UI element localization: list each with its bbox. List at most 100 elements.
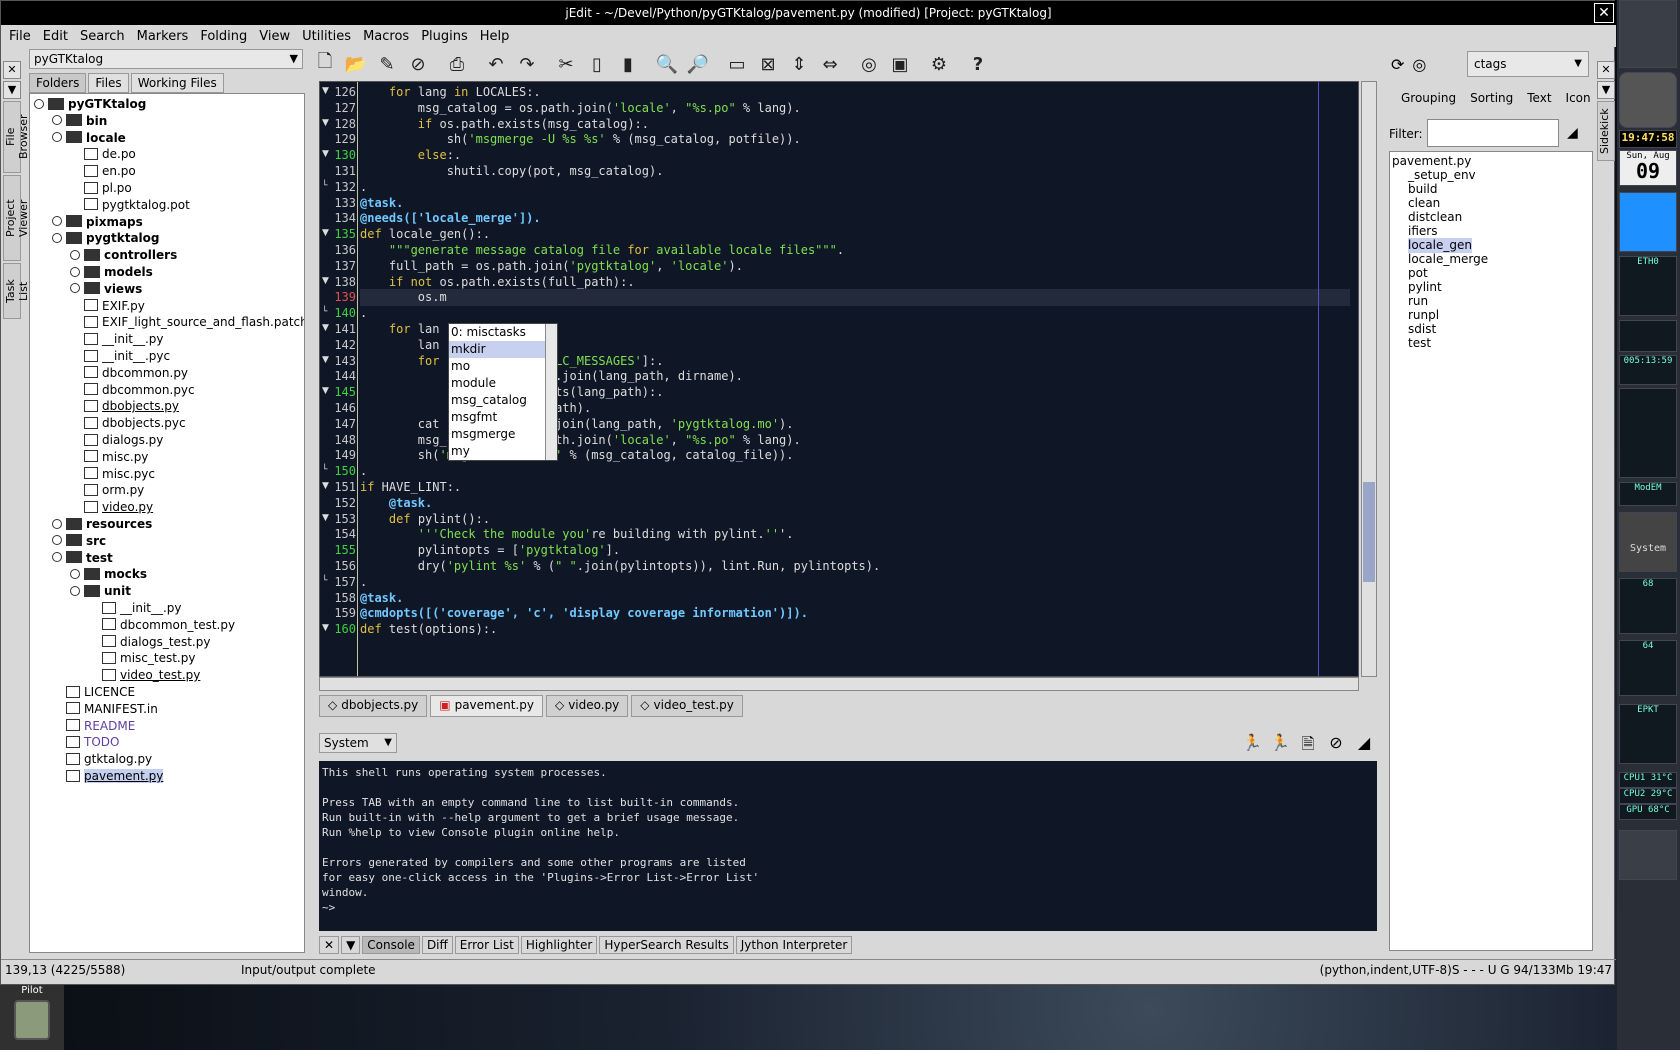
code-line[interactable]: .	[360, 305, 367, 322]
code-line[interactable]: sh('msgmerge -U %s %s' % (msg_catalog, p…	[360, 131, 801, 148]
expand-toggle-icon[interactable]	[70, 585, 80, 596]
tree-file[interactable]: en.po	[70, 163, 136, 180]
tree-folder[interactable]: src	[52, 533, 106, 550]
tab-error-list[interactable]: Error List	[454, 936, 519, 954]
sidekick-item[interactable]: runpl	[1408, 308, 1439, 323]
shell-selector[interactable]: System ▼	[319, 733, 397, 753]
global-options-icon[interactable]: ◎	[855, 51, 883, 77]
fold-marker-icon[interactable]: ▼	[322, 355, 329, 365]
tab-hypersearch-results[interactable]: HyperSearch Results	[599, 936, 734, 954]
code-line[interactable]: @task.	[360, 590, 403, 607]
fold-marker-icon[interactable]: ▼	[322, 276, 329, 286]
tree-file[interactable]: dialogs_test.py	[88, 634, 210, 651]
buffer-tab[interactable]: ◇ video.py	[545, 695, 629, 717]
expand-toggle-icon[interactable]	[52, 232, 62, 243]
settings-icon[interactable]: ◎	[1412, 55, 1426, 74]
fold-marker-icon[interactable]: ▼	[322, 118, 329, 128]
buffer-tab[interactable]: ◇ dbobjects.py	[319, 695, 428, 717]
split-vertical-icon[interactable]: ⇕	[785, 51, 813, 77]
tree-file[interactable]: pl.po	[70, 180, 132, 197]
code-line[interactable]: def pylint():.	[360, 511, 490, 528]
completion-scrollbar[interactable]	[545, 324, 557, 460]
tree-file[interactable]: dbobjects.pyc	[70, 415, 186, 432]
tab-grouping[interactable]: Grouping	[1401, 91, 1456, 105]
expand-toggle-icon[interactable]	[52, 132, 62, 143]
code-line[interactable]: .	[360, 179, 367, 196]
tree-folder[interactable]: mocks	[70, 566, 147, 583]
tree-folder[interactable]: locale	[52, 130, 126, 147]
tab-icon[interactable]: Icon	[1566, 91, 1591, 105]
sidekick-item[interactable]: pavement.py	[1392, 154, 1471, 169]
menu-file[interactable]: File	[9, 29, 31, 44]
sidekick-item[interactable]: clean	[1408, 196, 1440, 211]
tab-sidekick[interactable]: Sidekick	[1597, 101, 1615, 161]
tree-folder[interactable]: controllers	[70, 247, 177, 264]
caret-position[interactable]: 139,13 (4225/5588)	[5, 960, 125, 980]
tree-file[interactable]: misc_test.py	[88, 650, 195, 667]
tab-highlighter[interactable]: Highlighter	[520, 936, 598, 954]
edit-pencil-icon[interactable]: ✎	[373, 51, 401, 77]
completion-item[interactable]: msgmerge	[449, 426, 557, 443]
tree-file[interactable]: README	[52, 718, 135, 735]
right-dock-close-button[interactable]: ✕	[1597, 61, 1615, 79]
expand-toggle-icon[interactable]	[52, 115, 62, 126]
tree-folder[interactable]: pixmaps	[52, 214, 143, 231]
buffer-tab[interactable]: ◇ video_test.py	[631, 695, 743, 717]
expand-toggle-icon[interactable]	[34, 98, 44, 109]
fold-marker-icon[interactable]: ▼	[322, 228, 329, 238]
tree-folder[interactable]: resources	[52, 516, 152, 533]
tree-folder[interactable]: bin	[52, 113, 107, 130]
sidekick-item[interactable]: ifiers	[1408, 224, 1437, 239]
menu-search[interactable]: Search	[80, 29, 125, 44]
code-line[interactable]: for lang in LOCALES:.	[360, 84, 541, 101]
menu-macros[interactable]: Macros	[363, 29, 409, 44]
paste-icon[interactable]: ▮	[614, 51, 642, 77]
fold-marker-icon[interactable]: ▼	[322, 623, 329, 633]
code-line[interactable]: '''Check the module you're building with…	[360, 526, 794, 543]
code-line[interactable]: msg_catalog = os.path.join('locale', "%s…	[360, 432, 801, 449]
unsplit-icon[interactable]: ⊠	[754, 51, 782, 77]
code-line[interactable]: @cmdopts([('coverage', 'c', 'display cov…	[360, 605, 808, 622]
code-line[interactable]: .	[360, 574, 367, 591]
editor-horizontal-scrollbar[interactable]	[319, 677, 1359, 691]
sidekick-item[interactable]: locale_gen	[1408, 238, 1472, 253]
tree-folder[interactable]: pygtktalog	[52, 230, 160, 247]
code-line[interactable]: @task.	[360, 195, 403, 212]
code-line[interactable]: for lan	[360, 321, 440, 338]
fold-marker-icon[interactable]: ▼	[322, 481, 329, 491]
plugin-manager-icon[interactable]: ⚙	[925, 51, 953, 77]
bottom-dock-menu-button[interactable]: ▼	[341, 936, 361, 954]
tab-jython-interpreter[interactable]: Jython Interpreter	[735, 936, 853, 954]
tree-file[interactable]: pavement.py	[52, 768, 164, 785]
sidekick-item[interactable]: locale_merge	[1408, 252, 1488, 267]
tree-file[interactable]: __init__.py	[88, 600, 182, 617]
tree-folder[interactable]: test	[52, 550, 113, 567]
reparse-icon[interactable]: ⟳	[1391, 55, 1404, 74]
app-icon[interactable]	[1619, 72, 1677, 128]
tree-file[interactable]: dbcommon_test.py	[88, 617, 235, 634]
window-close-button[interactable]: ✕	[1594, 3, 1614, 23]
fold-marker-icon[interactable]: ▼	[322, 386, 329, 396]
tree-file[interactable]: pygtktalog.pot	[70, 197, 190, 214]
new-file-icon[interactable]: 🗋	[311, 51, 339, 77]
sidekick-item[interactable]: run	[1408, 294, 1428, 309]
tab-folders[interactable]: Folders	[29, 73, 87, 93]
project-selector[interactable]: pyGTKtalog ▼	[29, 49, 303, 69]
title-bar[interactable]: jEdit - ~/Devel/Python/pyGTKtalog/paveme…	[1, 1, 1616, 25]
code-line[interactable]: pylintopts = ['pygtktalog'].	[360, 542, 620, 559]
copy-icon[interactable]: ▯	[583, 51, 611, 77]
expand-toggle-icon[interactable]	[52, 216, 62, 227]
fold-marker-icon[interactable]: └	[322, 307, 327, 317]
tree-file[interactable]: EXIF_light_source_and_flash.patch	[70, 314, 304, 331]
tree-file[interactable]: dbcommon.py	[70, 365, 188, 382]
tree-file[interactable]: dbcommon.pyc	[70, 382, 195, 399]
completion-item[interactable]: module	[449, 375, 557, 392]
sidekick-item[interactable]: distclean	[1408, 210, 1462, 225]
expand-toggle-icon[interactable]	[52, 535, 62, 546]
completion-item[interactable]: 0: misctasks	[449, 324, 557, 341]
completion-item[interactable]: mo	[449, 358, 557, 375]
run-icon[interactable]: 🏃	[1269, 733, 1291, 753]
cut-icon[interactable]: ✂	[552, 51, 580, 77]
menu-plugins[interactable]: Plugins	[421, 29, 468, 44]
sidekick-item[interactable]: test	[1408, 336, 1431, 351]
